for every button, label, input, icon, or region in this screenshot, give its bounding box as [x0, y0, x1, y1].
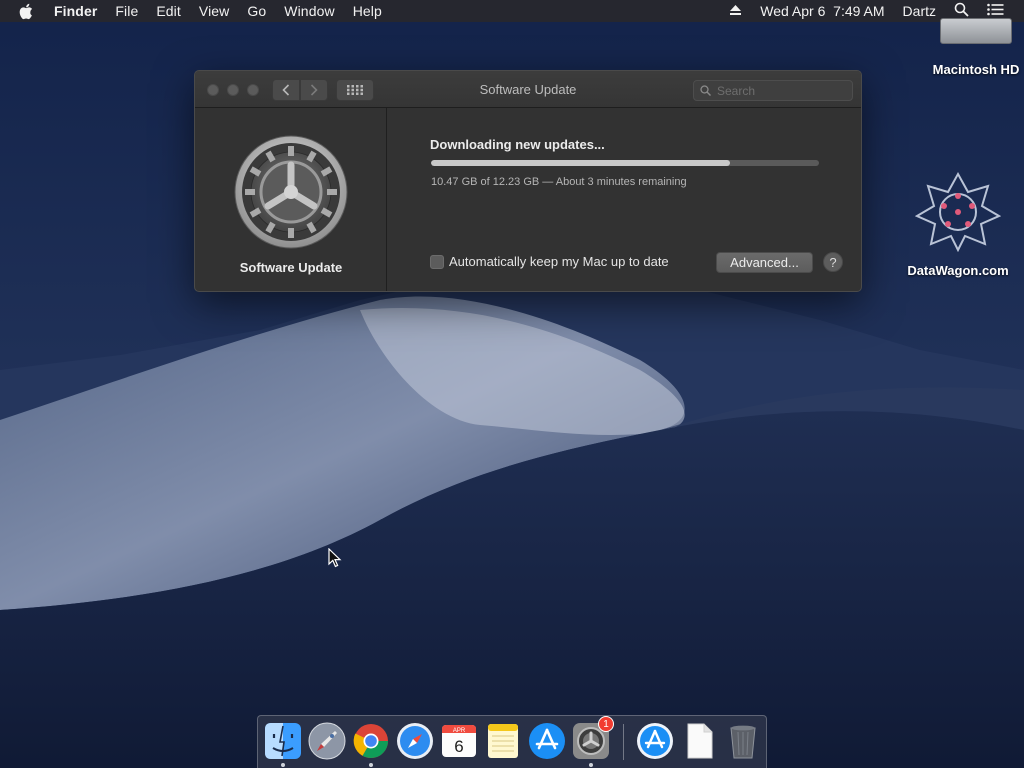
software-update-window: Software Update Search Software Update D…	[194, 70, 862, 292]
running-indicator	[281, 763, 285, 767]
search-icon	[700, 85, 711, 96]
app-store-icon[interactable]	[528, 722, 566, 760]
advanced-button[interactable]: Advanced...	[716, 252, 813, 273]
menu-go[interactable]: Go	[247, 3, 266, 19]
safari-icon[interactable]	[396, 722, 434, 760]
menu-help[interactable]: Help	[353, 3, 382, 19]
dock-separator	[623, 724, 624, 760]
calendar-icon[interactable]: APR 6	[440, 722, 478, 760]
download-progress-text: 10.47 GB of 12.23 GB — About 3 minutes r…	[431, 176, 687, 188]
eject-icon[interactable]	[729, 3, 742, 19]
update-status-panel: Downloading new updates... 10.47 GB of 1…	[388, 108, 861, 291]
menu-file[interactable]: File	[115, 3, 138, 19]
menu-view[interactable]: View	[199, 3, 230, 19]
menu-finder[interactable]: Finder	[54, 3, 97, 19]
desktop-icon-label: Macintosh HD	[932, 62, 1020, 77]
menu-window[interactable]: Window	[284, 3, 334, 19]
auto-update-option[interactable]: Automatically keep my Mac up to date	[430, 254, 669, 269]
desktop-icon-label: DataWagon.com	[907, 263, 1009, 278]
menu-edit[interactable]: Edit	[156, 3, 181, 19]
menubar-user[interactable]: Dartz	[903, 3, 936, 19]
update-status-title: Downloading new updates...	[430, 137, 605, 152]
finder-icon[interactable]	[264, 722, 302, 760]
search-field[interactable]	[693, 80, 853, 101]
window-titlebar[interactable]: Software Update	[195, 71, 861, 108]
menubar-clock[interactable]: Wed Apr 6 7:49 AM	[760, 3, 884, 19]
running-indicator	[589, 763, 593, 767]
launchpad-icon[interactable]	[308, 722, 346, 760]
menu-bar: Finder File Edit View Go Window Help Wed…	[0, 0, 1024, 22]
document-icon[interactable]	[680, 722, 718, 760]
desktop-icon-datawagon[interactable]: DataWagon.com	[898, 170, 1018, 278]
calendar-month: APR	[453, 728, 466, 734]
auto-update-checkbox[interactable]	[430, 254, 444, 269]
download-progress-fill	[431, 160, 730, 166]
search-input[interactable]	[717, 83, 837, 98]
preference-pane-sidebar: Software Update	[195, 108, 387, 291]
running-indicator	[369, 763, 373, 767]
notification-badge: 1	[598, 716, 614, 732]
dock: APR 6 1	[257, 715, 767, 768]
calendar-day: 6	[454, 737, 463, 756]
hard-drive-icon	[940, 18, 1012, 44]
auto-update-label[interactable]: Automatically keep my Mac up to date	[449, 254, 669, 269]
trash-icon[interactable]	[724, 722, 762, 760]
notes-icon[interactable]	[484, 722, 522, 760]
apple-menu-icon[interactable]	[18, 2, 38, 20]
chrome-icon[interactable]	[352, 722, 390, 760]
notification-center-icon[interactable]	[987, 3, 1004, 19]
mouse-pointer-icon	[328, 548, 342, 568]
software-update-gear-icon	[234, 135, 348, 249]
help-button[interactable]: ?	[823, 252, 843, 272]
download-progress-bar	[431, 160, 819, 166]
app-store-downloads-icon[interactable]	[636, 722, 674, 760]
datawagon-logo-icon	[914, 171, 1002, 253]
desktop-icon-macintosh-hd[interactable]: Macintosh HD	[924, 18, 1024, 77]
pane-label: Software Update	[239, 260, 343, 275]
system-preferences-icon[interactable]: 1	[572, 716, 614, 760]
